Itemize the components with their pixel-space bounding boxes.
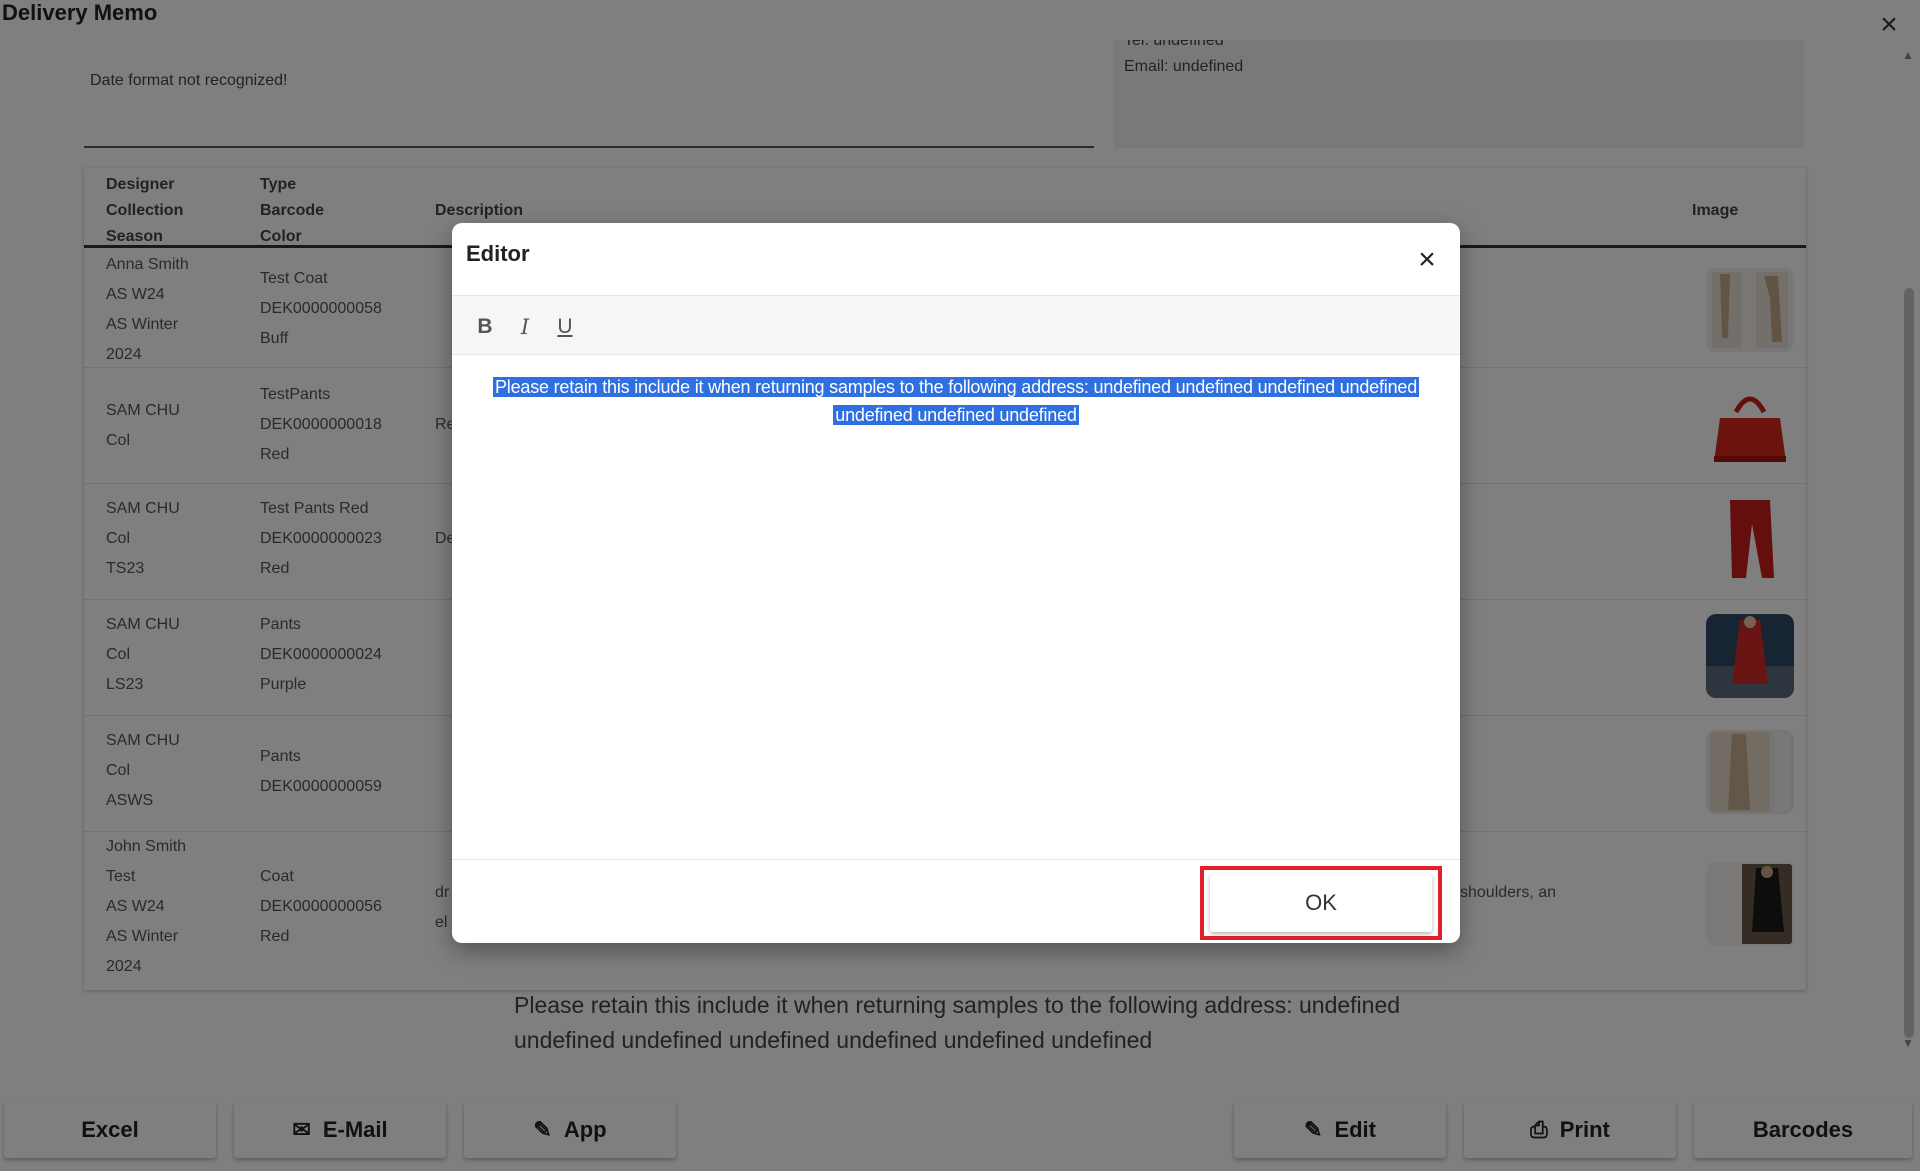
dialog-title: Editor <box>466 241 530 266</box>
dialog-footer: OK <box>452 859 1460 943</box>
selected-editor-text[interactable]: Please retain this include it when retur… <box>492 377 1420 425</box>
ok-button[interactable]: OK <box>1210 874 1432 932</box>
close-icon[interactable]: × <box>1410 243 1444 277</box>
editor-toolbar: B I U <box>452 295 1460 355</box>
bold-button[interactable]: B <box>472 314 498 340</box>
rich-text-editor[interactable]: Please retain this include it when retur… <box>452 355 1460 841</box>
italic-button[interactable]: I <box>512 314 538 340</box>
underline-button[interactable]: U <box>552 314 578 340</box>
editor-dialog: Editor × B I U Please retain this includ… <box>452 223 1460 943</box>
